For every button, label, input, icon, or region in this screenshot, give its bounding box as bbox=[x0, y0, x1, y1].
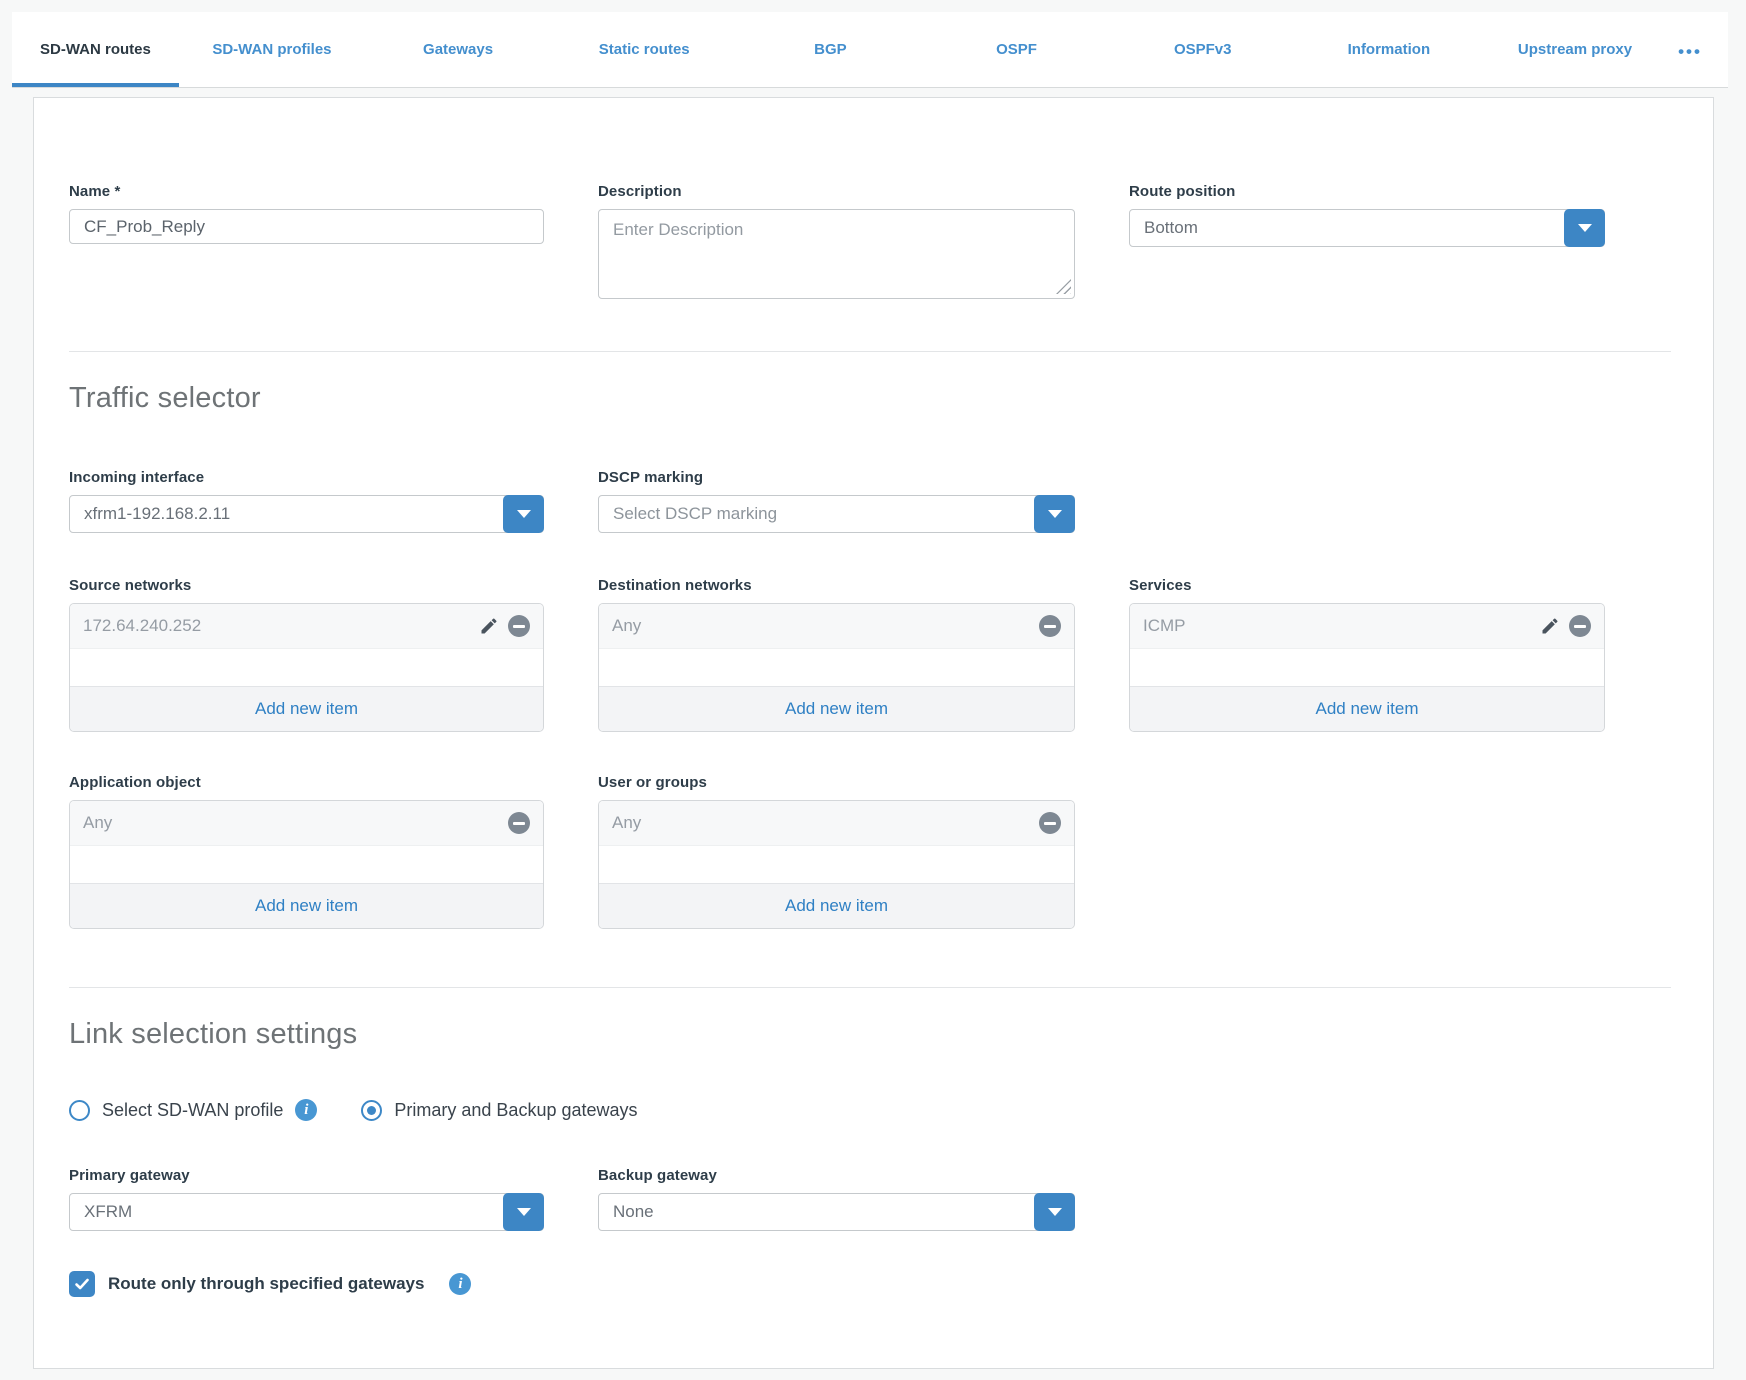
destination-networks-group: Destination networks Any Add new item bbox=[598, 577, 1075, 732]
tab-ospf[interactable]: OSPF bbox=[923, 12, 1109, 87]
primary-gateway-group: Primary gateway XFRM bbox=[69, 1167, 544, 1231]
application-object-group: Application object Any Add new item bbox=[69, 774, 544, 929]
tab-upstream-proxy[interactable]: Upstream proxy bbox=[1482, 12, 1668, 87]
edit-pencil-icon[interactable] bbox=[1540, 616, 1560, 636]
description-field-group: Description bbox=[598, 183, 1075, 299]
radio-primary-backup-gateways[interactable]: Primary and Backup gateways bbox=[361, 1100, 637, 1121]
incoming-interface-label: Incoming interface bbox=[69, 469, 544, 486]
list-item-value: Any bbox=[612, 813, 1039, 833]
list-item: ICMP bbox=[1130, 604, 1604, 649]
dscp-marking-group: DSCP marking Select DSCP marking bbox=[598, 469, 1075, 533]
remove-minus-icon[interactable] bbox=[508, 812, 530, 834]
chevron-down-icon[interactable] bbox=[1034, 1193, 1075, 1231]
source-networks-group: Source networks 172.64.240.252 Add new i… bbox=[69, 577, 544, 732]
chevron-down-icon[interactable] bbox=[503, 1193, 544, 1231]
chevron-down-icon[interactable] bbox=[1564, 209, 1605, 247]
traffic-selector-heading: Traffic selector bbox=[69, 382, 1673, 415]
list-empty-area bbox=[599, 649, 1074, 686]
services-label: Services bbox=[1129, 577, 1605, 594]
sdwan-route-form-panel: Name * Description Route position Bottom… bbox=[33, 97, 1714, 1369]
incoming-interface-value: xfrm1-192.168.2.11 bbox=[70, 504, 282, 524]
destination-networks-label: Destination networks bbox=[598, 577, 1075, 594]
list-empty-area bbox=[70, 846, 543, 883]
more-tabs-ellipsis-icon[interactable]: ••• bbox=[1668, 12, 1728, 87]
add-new-item-button[interactable]: Add new item bbox=[1130, 686, 1604, 731]
tab-static-routes[interactable]: Static routes bbox=[551, 12, 737, 87]
dscp-marking-label: DSCP marking bbox=[598, 469, 1075, 486]
primary-gateway-value: XFRM bbox=[70, 1202, 184, 1222]
chevron-down-icon[interactable] bbox=[1034, 495, 1075, 533]
list-item: 172.64.240.252 bbox=[70, 604, 543, 649]
list-item: Any bbox=[599, 801, 1074, 846]
name-field-group: Name * bbox=[69, 183, 544, 244]
remove-minus-icon[interactable] bbox=[508, 615, 530, 637]
tab-sdwan-routes[interactable]: SD-WAN routes bbox=[12, 12, 179, 87]
user-or-groups-group: User or groups Any Add new item bbox=[598, 774, 1075, 929]
section-divider bbox=[69, 351, 1671, 352]
remove-minus-icon[interactable] bbox=[1039, 812, 1061, 834]
list-item-value: 172.64.240.252 bbox=[83, 616, 479, 636]
link-selection-heading: Link selection settings bbox=[69, 1018, 1673, 1051]
route-position-label: Route position bbox=[1129, 183, 1605, 200]
radio-label: Select SD-WAN profile bbox=[102, 1100, 283, 1121]
list-item-value: Any bbox=[83, 813, 508, 833]
section-divider bbox=[69, 987, 1671, 988]
tab-bgp[interactable]: BGP bbox=[737, 12, 923, 87]
route-position-select[interactable]: Bottom bbox=[1129, 209, 1605, 247]
list-item: Any bbox=[70, 801, 543, 846]
dscp-marking-select[interactable]: Select DSCP marking bbox=[598, 495, 1075, 533]
application-object-label: Application object bbox=[69, 774, 544, 791]
radio-label: Primary and Backup gateways bbox=[394, 1100, 637, 1121]
source-networks-list: 172.64.240.252 Add new item bbox=[69, 603, 544, 732]
add-new-item-button[interactable]: Add new item bbox=[70, 686, 543, 731]
application-object-list: Any Add new item bbox=[69, 800, 544, 929]
source-networks-label: Source networks bbox=[69, 577, 544, 594]
backup-gateway-value: None bbox=[599, 1202, 706, 1222]
info-icon[interactable]: i bbox=[295, 1099, 317, 1121]
description-label: Description bbox=[598, 183, 1075, 200]
destination-networks-list: Any Add new item bbox=[598, 603, 1075, 732]
radio-select-sdwan-profile[interactable]: Select SD-WAN profile i bbox=[69, 1099, 317, 1121]
tab-sdwan-profiles[interactable]: SD-WAN profiles bbox=[179, 12, 365, 87]
chevron-down-icon[interactable] bbox=[503, 495, 544, 533]
backup-gateway-select[interactable]: None bbox=[598, 1193, 1075, 1231]
list-empty-area bbox=[1130, 649, 1604, 686]
primary-gateway-select[interactable]: XFRM bbox=[69, 1193, 544, 1231]
route-only-label: Route only through specified gateways bbox=[108, 1274, 424, 1294]
radio-unselected-icon[interactable] bbox=[69, 1100, 90, 1121]
services-list: ICMP Add new item bbox=[1129, 603, 1605, 732]
list-item-value: Any bbox=[612, 616, 1039, 636]
remove-minus-icon[interactable] bbox=[1569, 615, 1591, 637]
backup-gateway-group: Backup gateway None bbox=[598, 1167, 1075, 1231]
incoming-interface-group: Incoming interface xfrm1-192.168.2.11 bbox=[69, 469, 544, 533]
add-new-item-button[interactable]: Add new item bbox=[599, 883, 1074, 928]
incoming-interface-select[interactable]: xfrm1-192.168.2.11 bbox=[69, 495, 544, 533]
description-textarea[interactable] bbox=[598, 209, 1075, 299]
name-label: Name * bbox=[69, 183, 544, 200]
add-new-item-button[interactable]: Add new item bbox=[599, 686, 1074, 731]
edit-pencil-icon[interactable] bbox=[479, 616, 499, 636]
route-position-value: Bottom bbox=[1130, 218, 1250, 238]
backup-gateway-label: Backup gateway bbox=[598, 1167, 1075, 1184]
list-empty-area bbox=[599, 846, 1074, 883]
services-group: Services ICMP Add new item bbox=[1129, 577, 1605, 732]
name-input[interactable] bbox=[69, 209, 544, 244]
tab-ospfv3[interactable]: OSPFv3 bbox=[1110, 12, 1296, 87]
list-item-value: ICMP bbox=[1143, 616, 1540, 636]
tab-gateways[interactable]: Gateways bbox=[365, 12, 551, 87]
tab-information[interactable]: Information bbox=[1296, 12, 1482, 87]
user-or-groups-label: User or groups bbox=[598, 774, 1075, 791]
list-empty-area bbox=[70, 649, 543, 686]
route-position-field-group: Route position Bottom bbox=[1129, 183, 1605, 247]
remove-minus-icon[interactable] bbox=[1039, 615, 1061, 637]
route-tabbar: SD-WAN routes SD-WAN profiles Gateways S… bbox=[12, 12, 1728, 88]
add-new-item-button[interactable]: Add new item bbox=[70, 883, 543, 928]
info-icon[interactable]: i bbox=[449, 1273, 471, 1295]
dscp-marking-placeholder: Select DSCP marking bbox=[599, 504, 829, 524]
radio-selected-icon[interactable] bbox=[361, 1100, 382, 1121]
route-only-checkbox[interactable] bbox=[69, 1271, 95, 1297]
list-item: Any bbox=[599, 604, 1074, 649]
primary-gateway-label: Primary gateway bbox=[69, 1167, 544, 1184]
user-or-groups-list: Any Add new item bbox=[598, 800, 1075, 929]
